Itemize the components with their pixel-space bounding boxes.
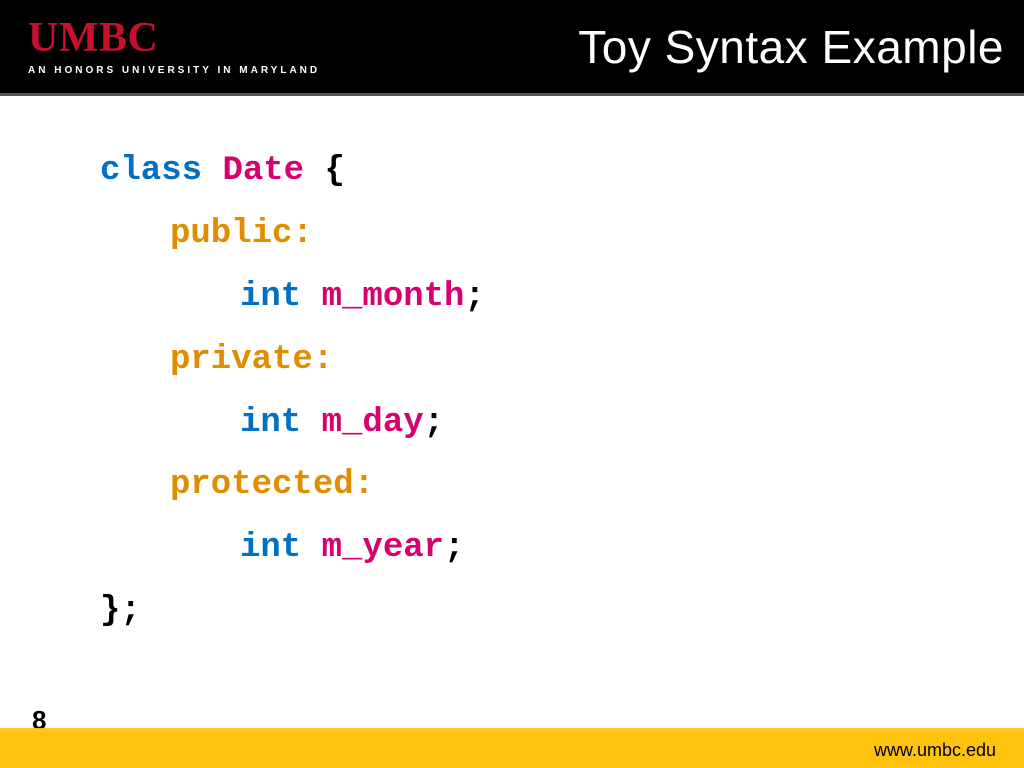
logo-tagline: AN HONORS UNIVERSITY IN MARYLAND (28, 65, 320, 76)
access-protected: protected (170, 466, 354, 504)
logo: UMBC AN HONORS UNIVERSITY IN MARYLAND (28, 17, 320, 76)
access-private: private (170, 341, 313, 379)
type-int: int (240, 404, 301, 442)
slide-title: Toy Syntax Example (578, 20, 1004, 74)
slide-footer: www.umbc.edu (0, 732, 1024, 768)
member-month: m_month (322, 278, 465, 316)
slide-header: UMBC AN HONORS UNIVERSITY IN MARYLAND To… (0, 0, 1024, 96)
type-int: int (240, 278, 301, 316)
close-brace: }; (100, 592, 141, 630)
type-int: int (240, 529, 301, 567)
access-public: public (170, 215, 292, 253)
code-line: int m_month; (100, 266, 984, 329)
code-line: int m_year; (100, 517, 984, 580)
code-line: int m_day; (100, 392, 984, 455)
member-year: m_year (322, 529, 444, 567)
footer-url: www.umbc.edu (874, 740, 996, 761)
keyword-class: class (100, 152, 202, 190)
logo-main: UMBC (28, 17, 320, 59)
code-block: class Date { public: int m_month; privat… (100, 140, 984, 643)
code-line: protected: (100, 454, 984, 517)
slide: UMBC AN HONORS UNIVERSITY IN MARYLAND To… (0, 0, 1024, 768)
member-day: m_day (322, 404, 424, 442)
code-line: public: (100, 203, 984, 266)
open-brace: { (304, 152, 345, 190)
class-name: Date (222, 152, 304, 190)
code-line: private: (100, 329, 984, 392)
code-line: class Date { (100, 140, 984, 203)
code-line: }; (100, 580, 984, 643)
